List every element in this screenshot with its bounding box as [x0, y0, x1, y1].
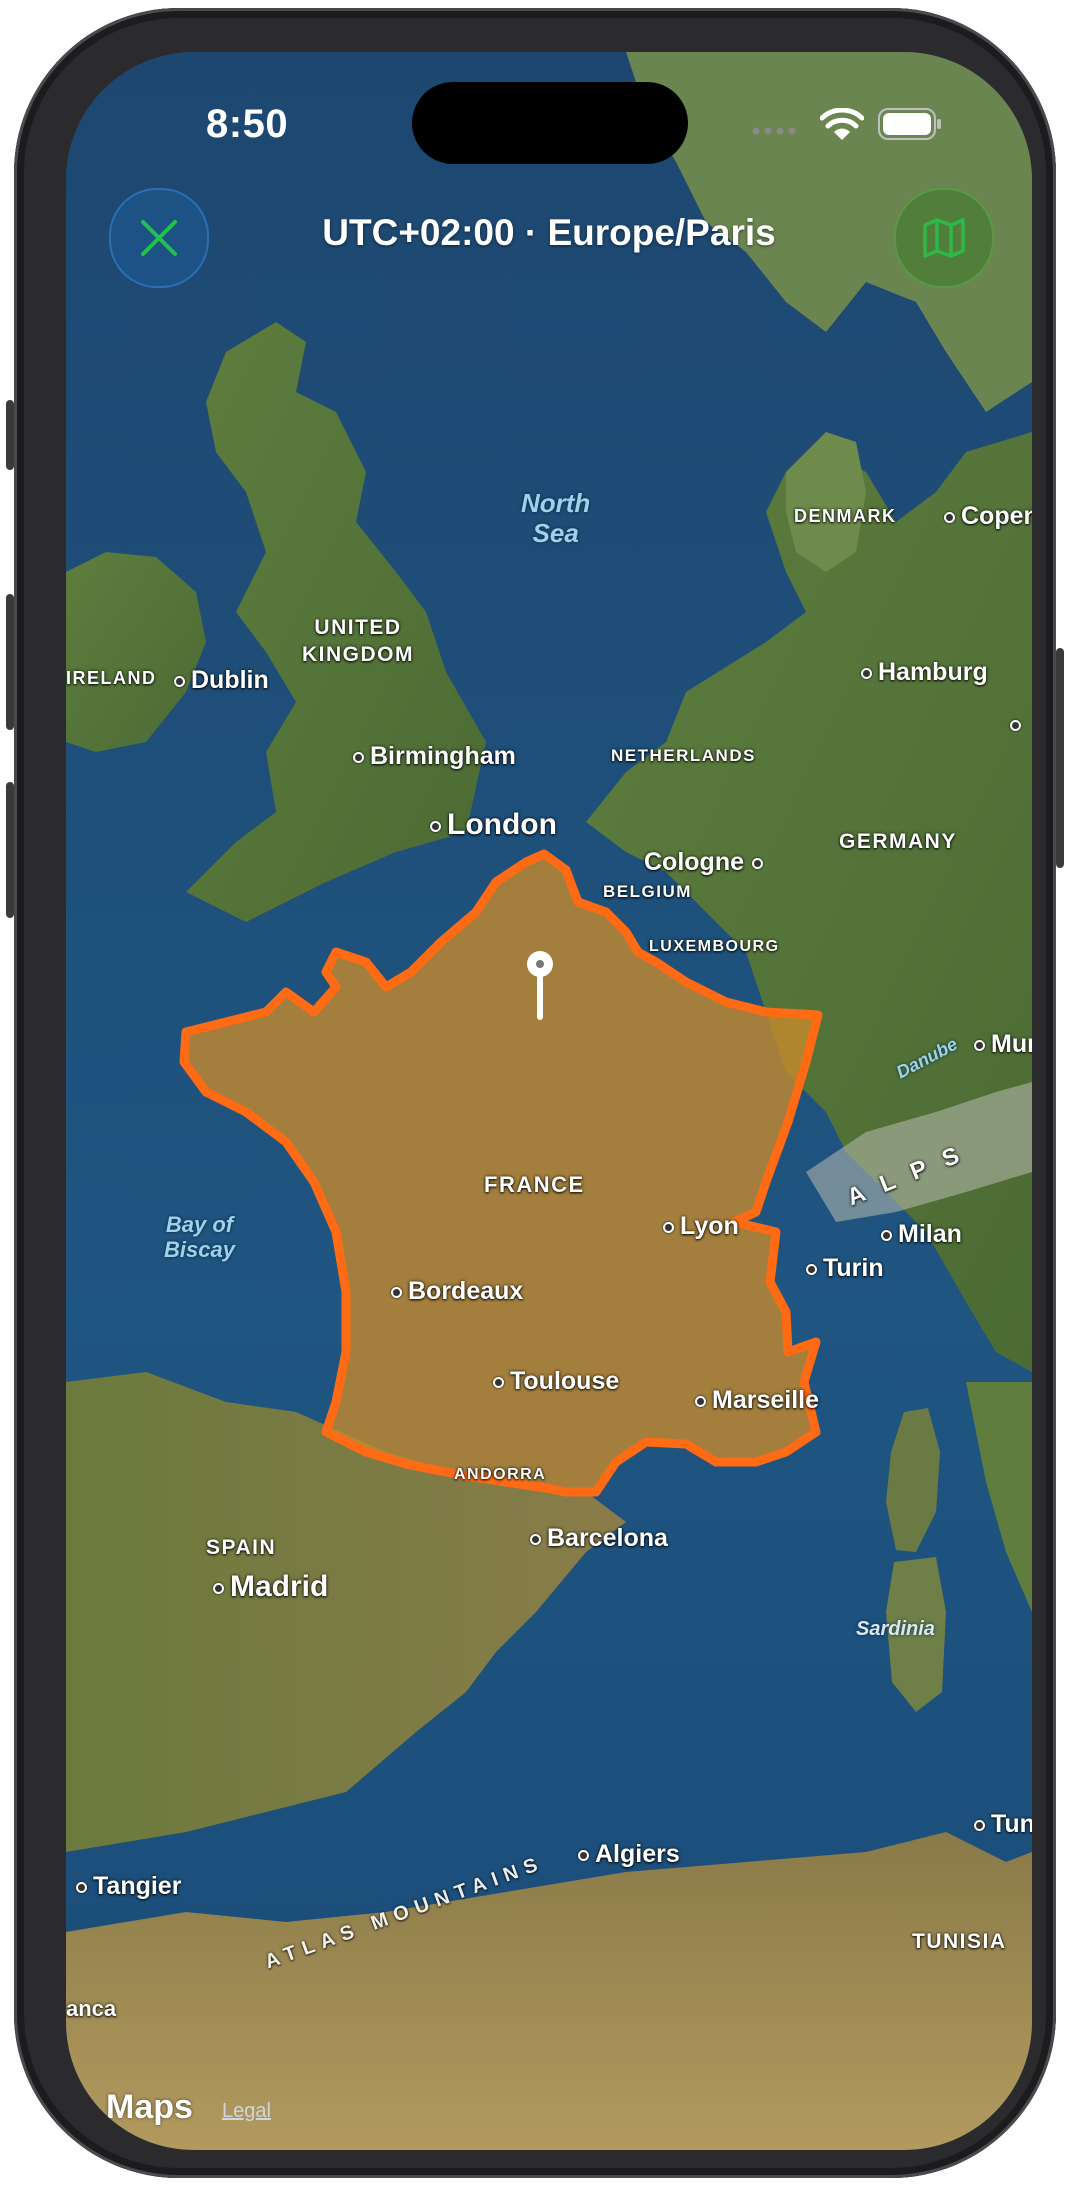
- city-dot: [974, 1819, 985, 1831]
- label-luxembourg: LUXEMBOURG: [649, 938, 780, 955]
- city-dot: [1010, 719, 1021, 731]
- label-belgium: BELGIUM: [603, 882, 692, 901]
- city-toulouse: Toulouse: [493, 1367, 619, 1396]
- city-turin: Turin: [806, 1254, 884, 1283]
- label-ireland: IRELAND: [66, 668, 157, 688]
- city-casablanca: anca: [66, 1996, 116, 2022]
- city-dot: [430, 820, 441, 832]
- label-netherlands: NETHERLANDS: [611, 746, 756, 765]
- city-name: Hamburg: [878, 658, 988, 686]
- label-north-sea: North Sea: [521, 488, 591, 548]
- city-name: Lyon: [680, 1212, 739, 1240]
- dynamic-island: [412, 82, 688, 164]
- city-dot: [974, 1039, 985, 1051]
- label-denmark: DENMARK: [794, 506, 897, 526]
- label-germany: GERMANY: [839, 830, 957, 853]
- city-name: Bordeaux: [408, 1277, 524, 1305]
- city-algiers: Algiers: [578, 1840, 680, 1869]
- city-hamburg: Hamburg: [861, 658, 988, 687]
- city-name: Dublin: [191, 666, 269, 694]
- city-tunis: Tuni: [974, 1810, 1032, 1839]
- label-tunisia: TUNISIA: [912, 1930, 1007, 1953]
- city-name: Mur: [991, 1030, 1032, 1058]
- label-sardinia: Sardinia: [856, 1618, 935, 1640]
- city-name: Tuni: [991, 1810, 1032, 1838]
- label-spain: SPAIN: [206, 1536, 277, 1559]
- city-name: Milan: [898, 1220, 962, 1248]
- cellular-icon: [752, 127, 796, 135]
- map-icon: [923, 218, 965, 258]
- action-button: [6, 400, 14, 470]
- city-name: anca: [66, 1996, 117, 2021]
- label-france: FRANCE: [484, 1172, 585, 1197]
- city-name: Marseille: [712, 1386, 820, 1414]
- city-dot: [174, 675, 185, 687]
- city-dot: [391, 1286, 402, 1298]
- wifi-icon: [820, 108, 864, 140]
- city-name: Turin: [823, 1254, 884, 1282]
- phone-frame: 8:50 UTC+02:00 · Europe/Paris North Sea …: [6, 8, 1064, 2178]
- city-madrid: Madrid: [213, 1570, 328, 1604]
- city-name: Madrid: [230, 1570, 329, 1603]
- city-copenhagen: Copen: [944, 502, 1032, 531]
- city-dot: [353, 751, 364, 763]
- city-dot: [76, 1881, 87, 1893]
- close-button[interactable]: [109, 188, 209, 288]
- city-london: London: [430, 808, 557, 842]
- city-name: Tangier: [93, 1872, 182, 1900]
- city-munich: Mur: [974, 1030, 1032, 1059]
- city-birmingham: Birmingham: [353, 742, 516, 771]
- city-lyon: Lyon: [663, 1212, 739, 1241]
- label-bay-of-biscay: Bay of Biscay: [164, 1212, 235, 1263]
- city-name: Cologne: [644, 848, 744, 876]
- city-name: Birmingham: [370, 742, 516, 770]
- timezone-title: UTC+02:00 · Europe/Paris: [322, 212, 776, 253]
- status-bar: 8:50: [66, 52, 1032, 202]
- city-marseille: Marseille: [695, 1386, 819, 1415]
- city-dot: [213, 1582, 224, 1594]
- city-dot: [944, 511, 955, 523]
- city-name: Barcelona: [547, 1524, 668, 1552]
- city-cologne: Cologne: [644, 848, 769, 877]
- city-berlin-partial: [1010, 710, 1027, 739]
- city-bordeaux: Bordeaux: [391, 1277, 523, 1306]
- city-dot: [752, 857, 763, 869]
- city-name: Algiers: [595, 1840, 680, 1868]
- city-dublin: Dublin: [174, 666, 269, 695]
- battery-icon: [878, 108, 941, 140]
- map-mode-button[interactable]: [894, 188, 994, 288]
- city-name: Toulouse: [510, 1367, 620, 1395]
- city-dot: [578, 1849, 589, 1861]
- city-dot: [806, 1263, 817, 1275]
- volume-up-button: [6, 594, 14, 730]
- city-name: Copen: [961, 502, 1032, 530]
- city-dot: [663, 1221, 674, 1233]
- city-barcelona: Barcelona: [530, 1524, 668, 1553]
- legal-link[interactable]: Legal: [222, 2100, 271, 2123]
- screen: 8:50 UTC+02:00 · Europe/Paris North Sea …: [66, 52, 1032, 2150]
- city-dot: [861, 667, 872, 679]
- city-dot: [530, 1533, 541, 1545]
- city-dot: [881, 1229, 892, 1241]
- city-milan: Milan: [881, 1220, 962, 1249]
- city-tangier: Tangier: [76, 1872, 181, 1901]
- city-name: London: [447, 808, 557, 841]
- maps-attribution-logo: Maps: [106, 2088, 193, 2126]
- power-button: [1056, 648, 1064, 868]
- city-dot: [695, 1395, 706, 1407]
- label-andorra: ANDORRA: [454, 1466, 547, 1483]
- satellite-map[interactable]: [66, 52, 1032, 2150]
- volume-down-button: [6, 782, 14, 918]
- city-dot: [493, 1376, 504, 1388]
- label-united-kingdom: UNITED KINGDOM: [302, 616, 414, 667]
- status-time: 8:50: [206, 102, 289, 146]
- close-icon: [141, 220, 177, 256]
